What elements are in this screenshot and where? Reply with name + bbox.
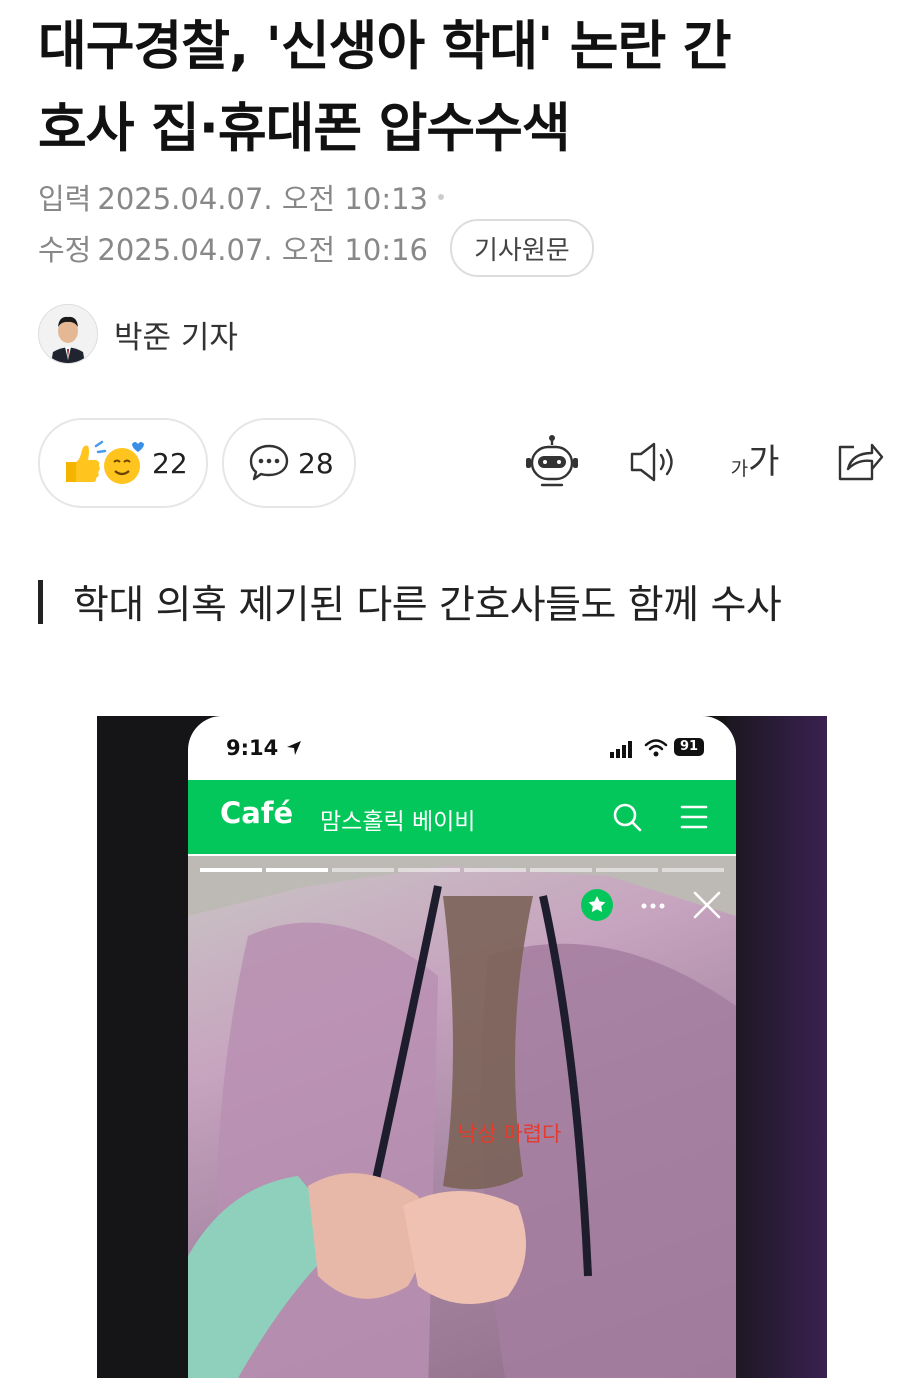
subheading-bar	[38, 580, 43, 624]
reaction-button[interactable]: 22	[38, 418, 208, 508]
signal-icon	[610, 741, 632, 758]
battery-level: 91	[679, 739, 699, 754]
comment-icon	[249, 444, 289, 481]
reporter-info[interactable]: 박준 기자	[38, 304, 238, 364]
cafe-name: 맘스홀릭 베이비	[320, 809, 476, 835]
article-subheading: 학대 의혹 제기된 다른 간호사들도 함께 수사	[38, 574, 782, 630]
story-progress	[200, 868, 724, 872]
modified-row: 수정 2025.04.07. 오전 10:16 기사원문	[38, 219, 594, 277]
published-date: 2025.04.07. 오전 10:13	[97, 182, 429, 216]
reaction-emoji-icon	[66, 440, 144, 484]
speaker-icon	[630, 442, 673, 482]
comment-count: 28	[298, 446, 334, 480]
ai-robot-icon	[526, 435, 578, 487]
battery-icon: 91	[674, 738, 704, 756]
text-to-speech-button[interactable]	[622, 430, 686, 494]
ai-summary-button[interactable]	[520, 430, 584, 494]
search-icon	[613, 803, 642, 832]
reaction-count: 22	[152, 446, 188, 480]
comment-button[interactable]: 28	[222, 418, 356, 508]
status-time: 9:14	[226, 736, 302, 760]
article-photo[interactable]: 9:14 91 Café 맘스홀릭 베이비 낙상 마렵다	[97, 716, 827, 1378]
favorite-star-icon[interactable]	[580, 888, 614, 922]
close-icon[interactable]	[692, 890, 722, 920]
modified-label: 수정	[38, 233, 92, 267]
published-label: 입력	[38, 182, 92, 216]
more-icon[interactable]	[640, 902, 666, 910]
article-title: 대구경찰, '신생아 학대' 논란 간 호사 집·휴대폰 압수수색	[38, 6, 898, 170]
modified-date: 2025.04.07. 오전 10:16	[97, 233, 429, 267]
story-image: 낙상 마렵다	[188, 856, 736, 1378]
phone-screenshot: 9:14 91 Café 맘스홀릭 베이비 낙상 마렵다	[188, 716, 736, 1378]
location-arrow-icon	[286, 741, 301, 755]
status-bar: 9:14 91	[188, 716, 736, 780]
menu-icon	[680, 805, 708, 829]
photo-background	[727, 716, 827, 1378]
cafe-header: Café 맘스홀릭 베이비	[188, 780, 736, 854]
story-illustration	[188, 856, 736, 1378]
wifi-icon	[644, 739, 668, 757]
profile-avatar-icon[interactable]	[38, 304, 98, 364]
font-size-label-small: 가	[730, 458, 749, 480]
original-article-button[interactable]: 기사원문	[450, 219, 594, 277]
published-row: 입력 2025.04.07. 오전 10:13	[38, 176, 445, 218]
story-caption: 낙상 마렵다	[458, 1122, 562, 1146]
font-size-button[interactable]: 가 가	[722, 430, 788, 494]
font-size-label-large: 가	[748, 442, 780, 482]
reporter-name[interactable]: 박준 기자	[114, 312, 238, 357]
title-line-2: 호사 집·휴대폰 압수수색	[38, 98, 571, 159]
subheading-text: 학대 의혹 제기된 다른 간호사들도 함께 수사	[73, 583, 782, 628]
share-button[interactable]	[826, 430, 890, 494]
share-icon	[838, 443, 884, 481]
separator-dot	[438, 194, 445, 200]
title-line-1: 대구경찰, '신생아 학대' 논란 간	[38, 16, 732, 77]
status-time-text: 9:14	[226, 736, 279, 760]
cafe-logo: Café	[220, 796, 294, 830]
font-size-icon: 가 가	[731, 443, 780, 481]
